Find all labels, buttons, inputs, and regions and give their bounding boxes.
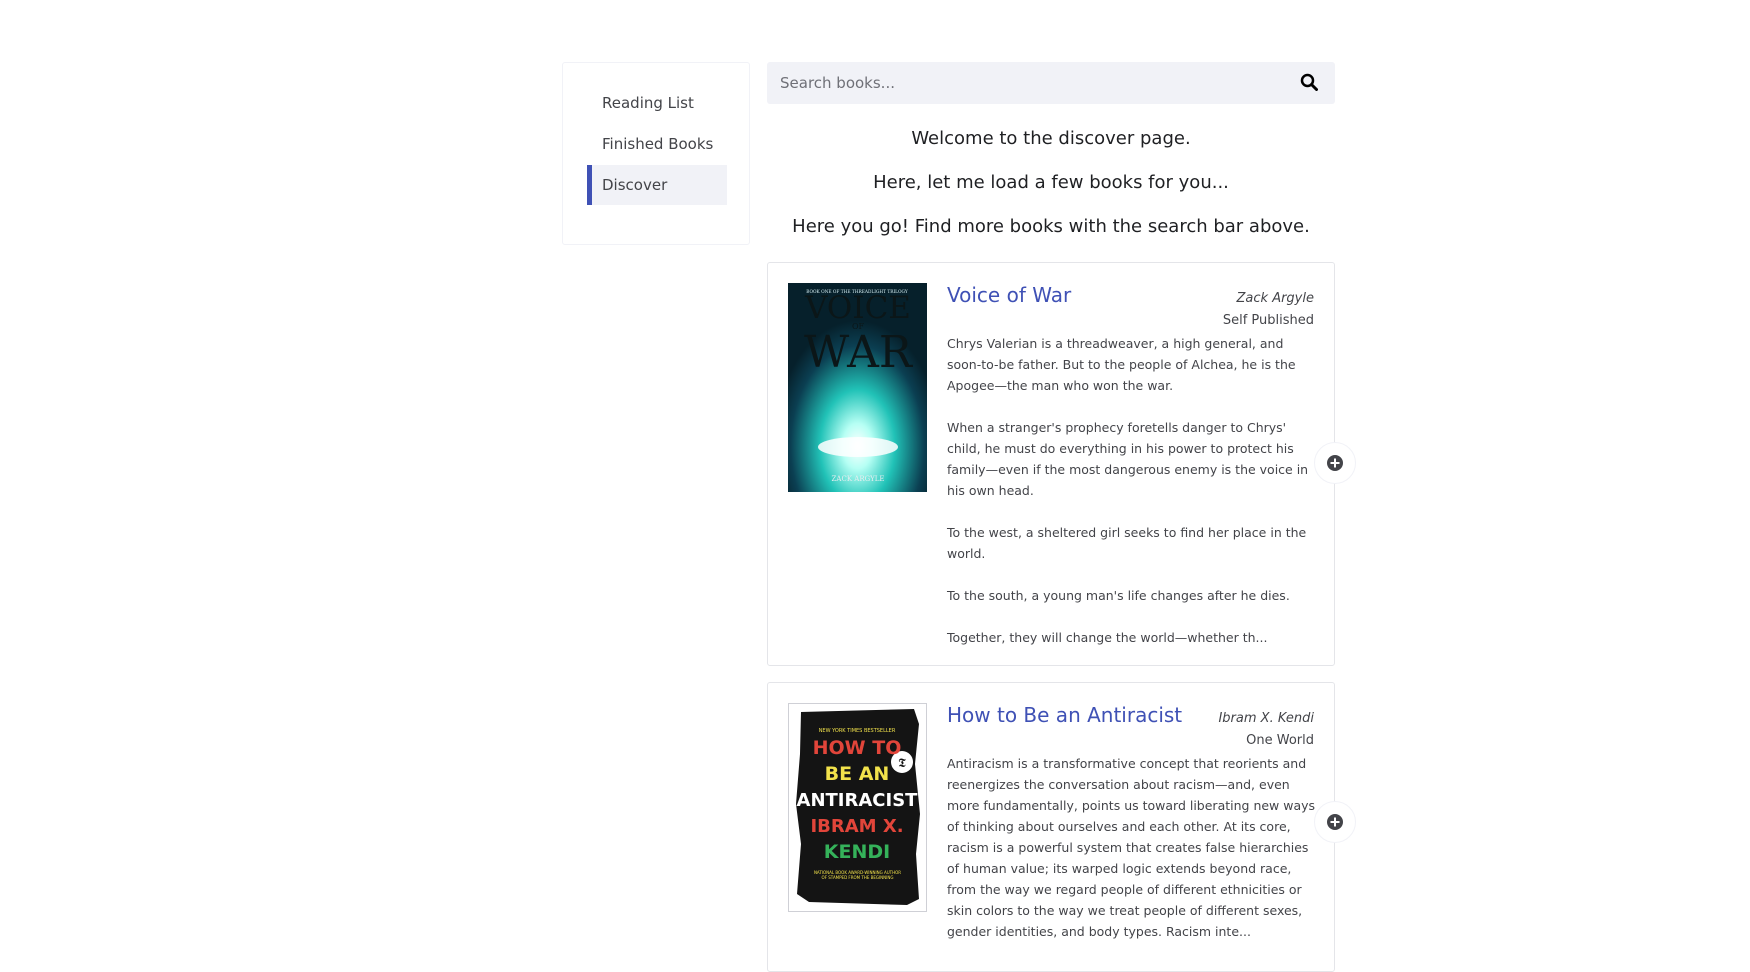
nav-item-label: Reading List bbox=[602, 94, 694, 112]
nav-item-reading-list[interactable]: Reading List bbox=[587, 83, 727, 123]
svg-text:ANTIRACIST: ANTIRACIST bbox=[797, 790, 919, 811]
plus-circle-icon bbox=[1327, 455, 1343, 471]
book-publisher: Self Published bbox=[1222, 313, 1314, 328]
book-author: Ibram X. Kendi bbox=[1218, 711, 1314, 726]
book-publisher: One World bbox=[1246, 733, 1314, 748]
book-synopsis: Chrys Valerian is a threadweaver, a high… bbox=[947, 336, 1309, 645]
svg-text:ZACK ARGYLE: ZACK ARGYLE bbox=[832, 475, 885, 483]
add-to-list-button[interactable] bbox=[1314, 442, 1356, 484]
nav-item-label: Discover bbox=[602, 176, 668, 194]
svg-text:NEW YORK TIMES BESTSELLER: NEW YORK TIMES BESTSELLER bbox=[819, 728, 896, 734]
svg-text:WAR: WAR bbox=[804, 327, 914, 378]
search-button[interactable] bbox=[1300, 73, 1320, 93]
svg-text:HOW TO: HOW TO bbox=[813, 737, 902, 759]
book-card[interactable]: NEW YORK TIMES BESTSELLER 𝕿 HOW TO BE AN… bbox=[767, 682, 1335, 972]
add-to-list-button[interactable] bbox=[1314, 801, 1356, 843]
book-title-link[interactable]: Voice of War bbox=[947, 283, 1071, 307]
nav-item-label: Finished Books bbox=[602, 135, 714, 153]
nav-item-finished-books[interactable]: Finished Books bbox=[587, 124, 727, 164]
search-input[interactable] bbox=[767, 62, 1267, 104]
book-card[interactable]: BOOK ONE OF THE THREADLIGHT TRILOGY VOIC… bbox=[767, 262, 1335, 666]
welcome-message: Welcome to the discover page. bbox=[911, 128, 1191, 149]
plus-circle-icon bbox=[1327, 814, 1343, 830]
book-synopsis: Antiracism is a transformative concept t… bbox=[947, 756, 1316, 939]
results-message: Here you go! Find more books with the se… bbox=[792, 216, 1310, 237]
loading-message: Here, let me load a few books for you... bbox=[873, 172, 1229, 193]
svg-text:VOICE: VOICE bbox=[804, 290, 911, 326]
search-icon bbox=[1300, 73, 1318, 91]
book-cover-image: BOOK ONE OF THE THREADLIGHT TRILOGY VOIC… bbox=[788, 283, 927, 492]
book-author: Zack Argyle bbox=[1236, 291, 1314, 306]
book-cover-image: NEW YORK TIMES BESTSELLER 𝕿 HOW TO BE AN… bbox=[788, 703, 927, 912]
search-bar bbox=[767, 62, 1335, 104]
book-title-link[interactable]: How to Be an Antiracist bbox=[947, 703, 1182, 727]
svg-text:IBRAM X.: IBRAM X. bbox=[810, 816, 903, 837]
sidebar-nav: Reading List Finished Books Discover bbox=[562, 62, 750, 245]
svg-text:KENDI: KENDI bbox=[824, 841, 890, 863]
svg-text:BE AN: BE AN bbox=[825, 763, 890, 785]
nav-item-discover[interactable]: Discover bbox=[587, 165, 727, 205]
